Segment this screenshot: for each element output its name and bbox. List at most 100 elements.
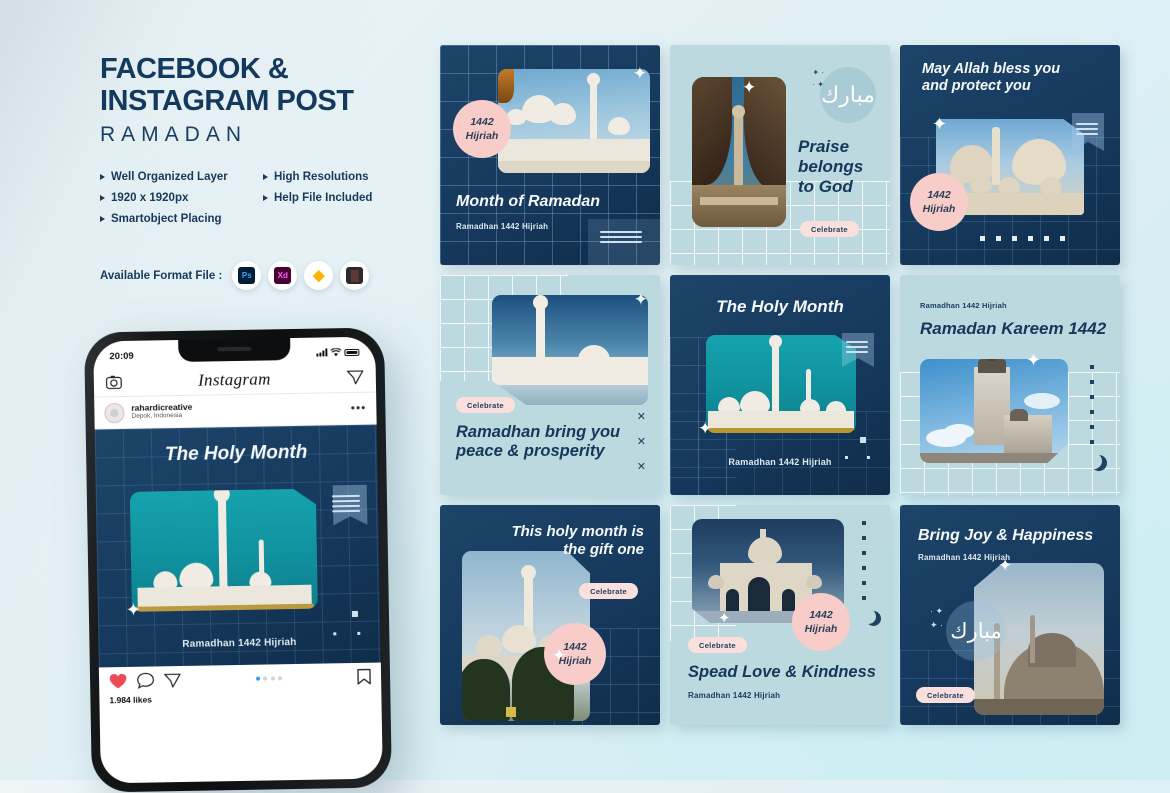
card-photo — [498, 69, 650, 173]
direct-message-icon[interactable] — [346, 370, 364, 385]
hijriah-badge: 1442 Hijriah — [910, 173, 968, 231]
card-photo — [692, 77, 786, 227]
post-card-spead-love-and-kindness[interactable]: ✦ 1442 Hijriah Celebrate Spead Love & Ki… — [670, 505, 890, 725]
feature-item: 1920 x 1920px — [100, 192, 263, 204]
phone-mockup: 20:09 Instagram rahardicreative Depok, I… — [84, 327, 392, 793]
post-card-month-of-ramadan[interactable]: ✦ 1442 Hijriah Month of Ramadan Ramadhan… — [440, 45, 660, 265]
status-time: 20:09 — [109, 350, 134, 362]
card-title: Ramadan Kareem 1442 — [920, 319, 1107, 338]
post-headline: The Holy Month — [164, 441, 308, 466]
feature-item: Smartobject Placing — [100, 213, 263, 225]
bullet-triangle-icon — [263, 174, 268, 180]
battery-icon — [344, 348, 360, 356]
title-line-1: FACEBOOK & — [100, 53, 289, 85]
format-label: Available Format File : — [100, 269, 223, 282]
cross-marks-decor: ✕ ✕ ✕ — [636, 411, 646, 473]
card-photo — [920, 359, 1068, 463]
post-card-the-holy-month[interactable]: The Holy Month ✦ Ramadhan 1442 Hijriah — [670, 275, 890, 495]
status-indicators — [316, 347, 360, 357]
feature-label: Smartobject Placing — [111, 213, 222, 225]
feature-item: Help File Included — [263, 192, 400, 204]
post-card-praise-belongs-to-god[interactable]: ✦ ✦ · · ✦ مبارك Praise belongs to God Cel… — [670, 45, 890, 265]
arabic-calligraphy-icon: مبارك — [820, 67, 876, 123]
comment-icon[interactable] — [137, 672, 154, 689]
ribbon-lines-icon — [1076, 123, 1098, 135]
dot-column-decor — [1090, 365, 1094, 444]
share-icon[interactable] — [164, 673, 181, 688]
card-title: Praise belongs to God — [798, 137, 864, 197]
sketch-glyph: ◆ — [313, 267, 325, 284]
info-panel: FACEBOOK & INSTAGRAM POST RAMADAN Well O… — [100, 55, 400, 290]
sketch-icon[interactable]: ◆ — [304, 261, 334, 290]
post-image[interactable]: The Holy Month ✦ Ramadhan 1442 Hijriah — [94, 424, 381, 668]
feature-item: High Resolutions — [263, 171, 400, 183]
feature-item: Well Organized Layer — [100, 171, 263, 183]
celebrate-badge[interactable]: Celebrate — [579, 583, 638, 599]
bullet-triangle-icon — [263, 195, 268, 201]
title-line-2: INSTAGRAM POST — [100, 85, 354, 117]
location-label: Depok, Indonesia — [131, 412, 183, 421]
feature-list: Well Organized Layer High Resolutions 19… — [100, 171, 400, 225]
ribbon-lines-icon — [846, 341, 868, 353]
post-photo — [130, 489, 318, 612]
crescent-moon-icon — [861, 609, 876, 624]
badge-label: Hijriah — [922, 203, 956, 215]
post-card-this-holy-month-is-the-gift-one[interactable]: This holy month is the gift one ✦ Celebr… — [440, 505, 660, 725]
card-title: This holy month is the gift one — [511, 523, 644, 558]
badge-year: 1442 — [809, 608, 833, 621]
photoshop-icon[interactable]: Ps — [232, 261, 262, 290]
feature-label: 1920 x 1920px — [111, 192, 189, 204]
username-label[interactable]: rahardicreative — [131, 401, 192, 413]
post-template-grid: ✦ 1442 Hijriah Month of Ramadan Ramadhan… — [440, 45, 1120, 735]
card-subtitle: Ramadhan 1442 Hijriah — [920, 301, 1007, 310]
stars-decor-icon: ✦ · · ✦ — [812, 68, 824, 89]
avatar[interactable] — [104, 402, 125, 423]
card-subtitle: Ramadhan 1442 Hijriah — [688, 691, 781, 700]
photoshop-glyph: Ps — [238, 267, 256, 284]
post-card-ramadan-kareem-1442[interactable]: Ramadhan 1442 Hijriah Ramadan Kareem 144… — [900, 275, 1120, 495]
figma-icon[interactable]: ▒ — [340, 261, 370, 290]
feature-label: High Resolutions — [274, 171, 369, 183]
celebrate-badge[interactable]: Celebrate — [916, 687, 975, 703]
post-card-may-allah-bless-you[interactable]: May Allah bless you and protect you ✦ 14… — [900, 45, 1120, 265]
page-subtitle: RAMADAN — [100, 123, 248, 146]
adobe-xd-glyph: Xd — [274, 267, 292, 284]
phone-screen: 20:09 Instagram rahardicreative Depok, I… — [93, 336, 383, 784]
figma-glyph: ▒ — [346, 267, 364, 284]
stars-decor-icon: · ✦ ✦ · — [930, 606, 944, 630]
carousel-dots[interactable] — [255, 676, 283, 681]
instagram-header: Instagram — [93, 362, 377, 398]
crescent-moon-icon — [1086, 453, 1102, 469]
format-file-row: Available Format File : Ps Xd ◆ ▒ — [100, 261, 400, 290]
post-card-ramadhan-bring-you-peace[interactable]: ✦ Celebrate Ramadhan bring you peace & p… — [440, 275, 660, 495]
bullet-triangle-icon — [100, 174, 105, 180]
card-title: Ramadhan bring you peace & prosperity — [456, 423, 621, 461]
card-subtitle: Ramadhan 1442 Hijriah — [918, 553, 1011, 562]
hijriah-badge: 1442 Hijriah — [453, 100, 511, 158]
dot-column-decor — [862, 521, 866, 600]
post-author-row[interactable]: rahardicreative Depok, Indonesia ••• — [94, 392, 377, 430]
card-title: Bring Joy & Happiness — [918, 527, 1094, 544]
feature-label: Well Organized Layer — [111, 171, 228, 183]
card-title: Spead Love & Kindness — [688, 663, 876, 681]
card-title: May Allah bless you and protect you — [922, 61, 1061, 95]
feature-label: Help File Included — [274, 192, 373, 204]
celebrate-badge[interactable]: Celebrate — [800, 221, 859, 237]
celebrate-badge[interactable]: Celebrate — [688, 637, 747, 653]
heart-icon[interactable] — [109, 673, 127, 689]
card-subtitle: Ramadhan 1442 Hijriah — [728, 457, 832, 467]
wifi-icon — [330, 347, 342, 356]
post-caption: Ramadhan 1442 Hijriah — [182, 636, 297, 650]
phone-notch — [178, 338, 291, 363]
bookmark-icon[interactable] — [357, 668, 371, 685]
signal-icon — [316, 348, 328, 357]
more-options-icon[interactable]: ••• — [351, 401, 367, 415]
ribbon-lines-icon — [331, 494, 361, 513]
camera-icon[interactable] — [105, 375, 122, 389]
post-card-bring-joy-and-happiness[interactable]: Bring Joy & Happiness Ramadhan 1442 Hijr… — [900, 505, 1120, 725]
celebrate-badge[interactable]: Celebrate — [456, 397, 515, 413]
adobe-xd-icon[interactable]: Xd — [268, 261, 298, 290]
card-subtitle: Ramadhan 1442 Hijriah — [456, 222, 549, 231]
arabic-calligraphy-icon: مبارك — [946, 601, 1006, 661]
bullet-triangle-icon — [100, 216, 105, 222]
